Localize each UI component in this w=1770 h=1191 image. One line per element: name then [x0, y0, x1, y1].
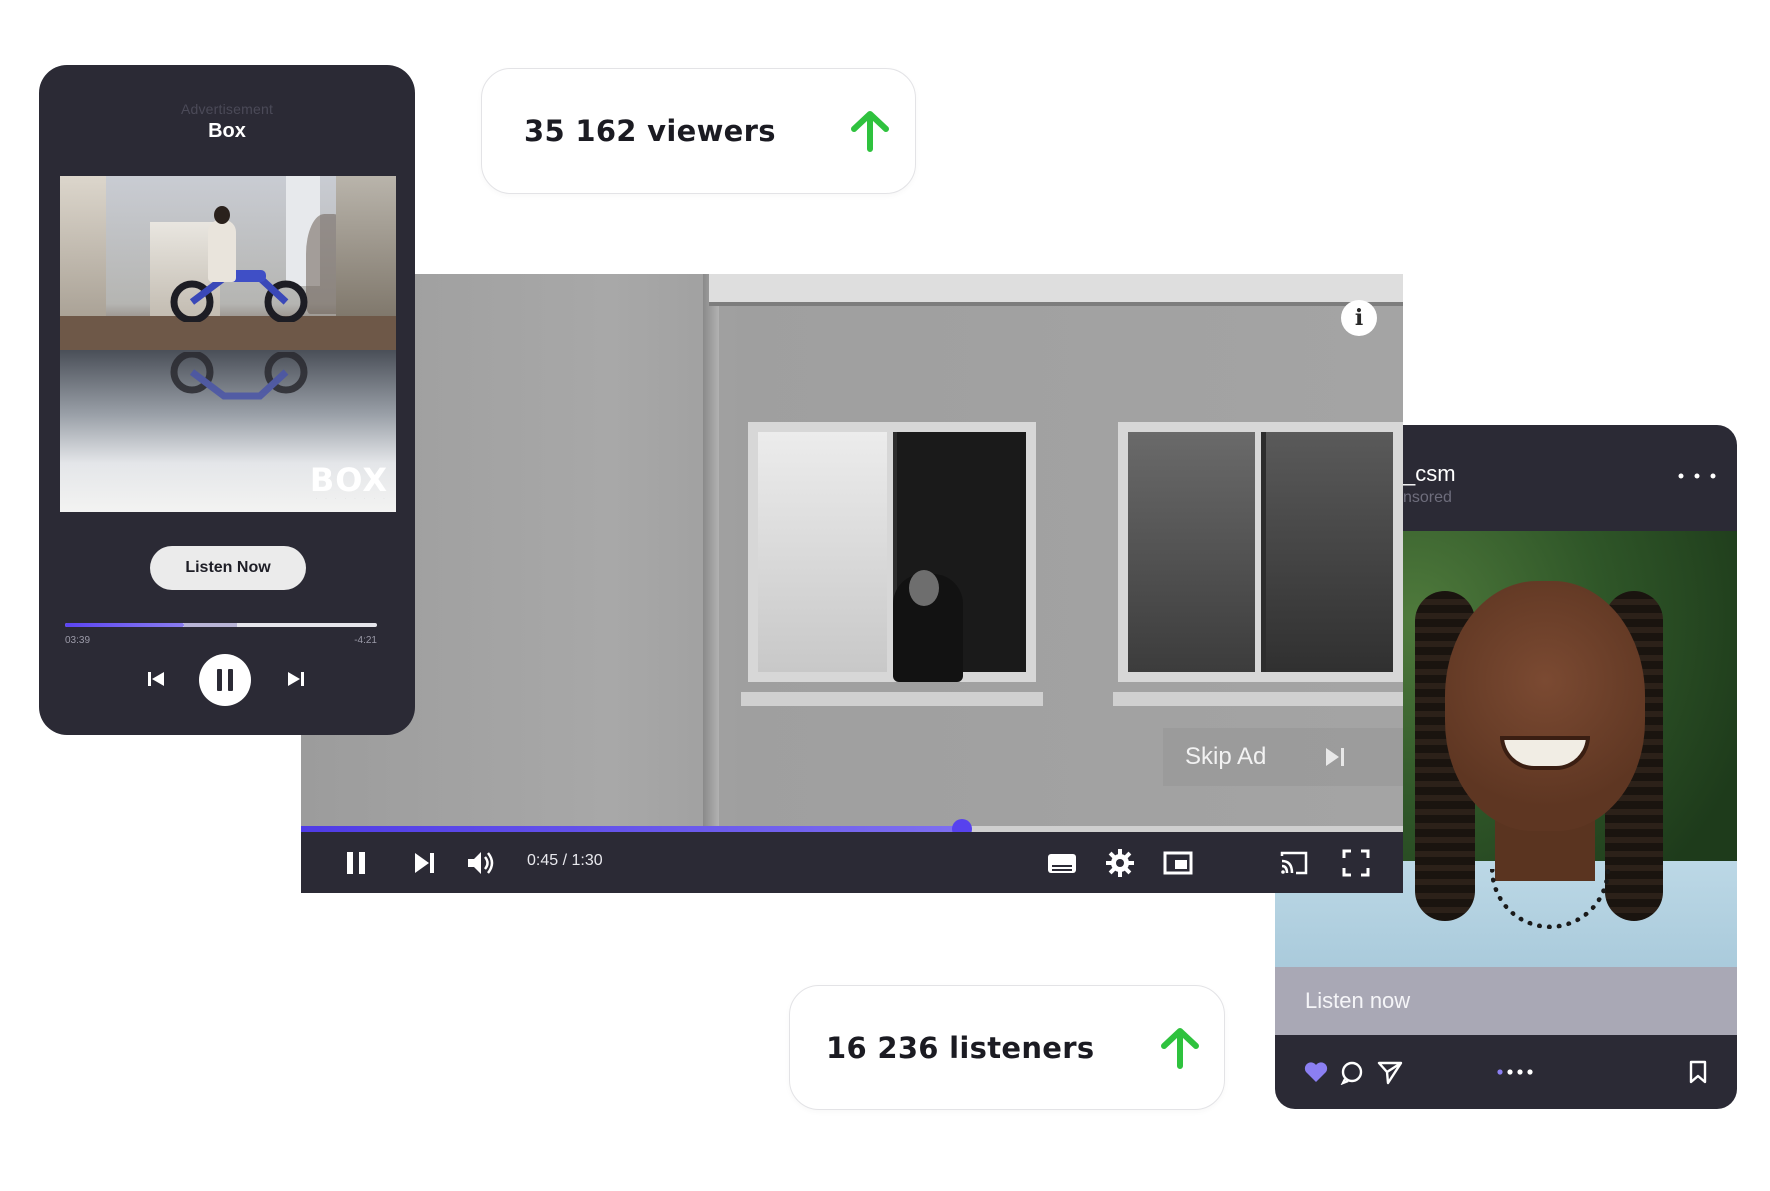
album-logo: BOX · · · · · · · · [309, 461, 388, 502]
post-actions [1275, 1035, 1737, 1109]
viewers-count: 35 162 viewers [524, 114, 776, 148]
next-track-icon[interactable] [287, 670, 305, 688]
listeners-stat-card: 16 236 listeners [789, 985, 1225, 1110]
bookmark-icon[interactable] [1685, 1059, 1711, 1085]
skip-ad-label: Skip Ad [1185, 743, 1267, 770]
music-player-card: Advertisement Box BOX · · · · · · · · Li… [39, 65, 415, 735]
video-time: 0:45 / 1:30 [527, 852, 603, 869]
listen-now-button[interactable]: Listen Now [150, 546, 306, 590]
rider-figure [208, 220, 236, 282]
share-icon[interactable] [1377, 1059, 1403, 1085]
cast-icon[interactable] [1279, 848, 1309, 878]
volume-icon[interactable] [465, 848, 495, 878]
track-title: Box [208, 120, 246, 142]
album-cover: BOX · · · · · · · · [60, 176, 396, 512]
remaining-time: -4:21 [354, 635, 377, 646]
track-progress-fill [65, 623, 184, 627]
motorbike-reflection [170, 352, 308, 400]
album-logo-subtitle: · · · · · · · · [315, 496, 388, 502]
arrow-up-icon [851, 111, 889, 152]
skip-icon [1326, 748, 1344, 766]
subtitles-icon[interactable] [1047, 848, 1077, 878]
settings-icon[interactable] [1105, 848, 1135, 878]
next-icon[interactable] [409, 848, 439, 878]
video-control-bar: 0:45 / 1:30 [301, 832, 1403, 893]
listen-now-cta[interactable]: Listen now [1275, 967, 1737, 1035]
track-progress-bar[interactable] [65, 623, 377, 627]
carousel-dots-icon [1497, 1069, 1533, 1075]
listeners-count: 16 236 listeners [826, 1030, 1095, 1065]
skip-ad-button[interactable]: Skip Ad [1163, 728, 1403, 786]
pause-icon [217, 669, 233, 691]
pause-button[interactable] [199, 654, 251, 706]
video-player[interactable]: i Skip Ad 0:45 / 1:30 [301, 274, 1403, 893]
pause-icon[interactable] [341, 848, 371, 878]
building-window [1118, 422, 1403, 682]
video-frame[interactable]: i Skip Ad [301, 274, 1403, 828]
info-icon[interactable]: i [1341, 300, 1377, 336]
fullscreen-icon[interactable] [1341, 848, 1371, 878]
viewers-stat-card: 35 162 viewers [481, 68, 916, 194]
arrow-up-icon [1161, 1028, 1199, 1069]
advertisement-label: Advertisement [180, 101, 274, 117]
comment-icon[interactable] [1339, 1059, 1365, 1085]
account-handle[interactable]: _csm [1403, 461, 1456, 487]
elapsed-time: 03:39 [65, 635, 91, 646]
building-window [748, 422, 1036, 682]
sponsored-label: nsored [1403, 489, 1452, 506]
heart-icon[interactable] [1303, 1059, 1329, 1085]
miniplayer-icon[interactable] [1163, 848, 1193, 878]
motorbike-graphic [170, 270, 308, 322]
previous-track-icon[interactable] [147, 670, 165, 688]
track-buffer [183, 623, 237, 627]
more-options-icon[interactable] [1677, 473, 1717, 479]
playback-controls [39, 650, 415, 710]
